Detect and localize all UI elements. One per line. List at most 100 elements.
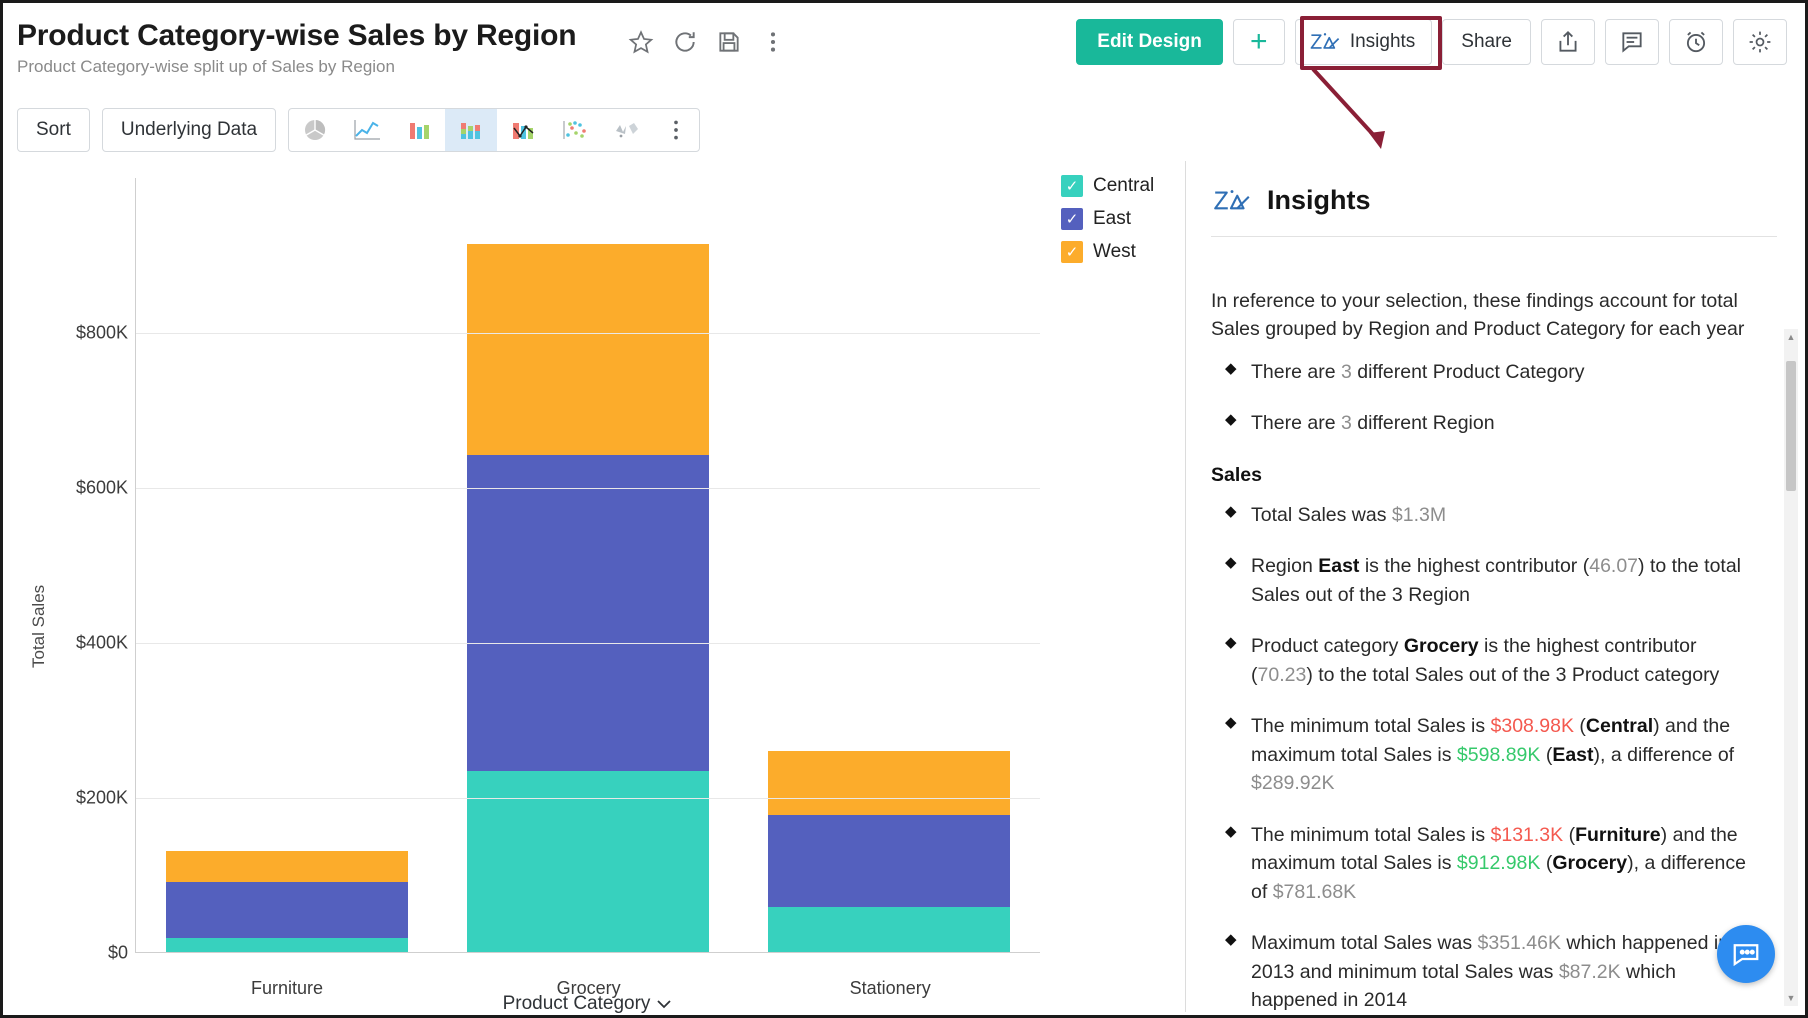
line-chart-icon [352,117,382,143]
insight-text-fragment: $1.3M [1392,504,1446,526]
bar-segment-west[interactable] [467,244,709,455]
insights-content: In reference to your selection, these fi… [1186,265,1802,1012]
x-axis-title[interactable]: Product Category [135,993,1040,1015]
save-icon[interactable] [716,29,742,55]
pie-chart-button[interactable] [289,109,341,151]
insight-text-fragment: Grocery [1552,852,1627,874]
map-chart-button[interactable] [601,109,653,151]
y-axis-tick-label: $400K [76,633,128,654]
stacked-bar-chart-icon [456,117,486,143]
more-options-icon[interactable] [760,29,786,55]
insight-text-fragment: 3 [1341,361,1352,383]
chat-support-button[interactable] [1717,925,1775,983]
bar-segment-central[interactable] [768,907,1010,952]
combo-chart-button[interactable] [497,109,549,151]
legend-label: Central [1093,175,1154,197]
insight-text-fragment: $308.98K [1491,715,1575,737]
insight-text-fragment: ) to the total Sales out of the 3 Produc… [1306,664,1719,686]
panel-divider [1211,236,1777,237]
bar-stack[interactable] [467,244,709,952]
insight-text-fragment: Product category [1251,635,1404,657]
insight-text-fragment: is the highest contributor ( [1359,555,1589,577]
insight-text-fragment: ( [1540,852,1552,874]
bar-segment-east[interactable] [467,455,709,771]
y-axis-title: Total Sales [29,585,49,668]
plot-area: $0$200K$400K$600K$800KFurnitureGrocerySt… [135,178,1040,953]
legend-checkbox-east[interactable]: ✓ [1061,208,1083,230]
legend-item-east[interactable]: ✓ East [1061,208,1154,230]
comment-icon [1619,29,1645,55]
legend-checkbox-central[interactable]: ✓ [1061,175,1083,197]
insight-text-fragment: Central [1586,715,1653,737]
more-viz-button[interactable] [653,109,699,151]
refresh-icon[interactable] [672,29,698,55]
zia-logo-icon [1211,186,1253,216]
share-button[interactable]: Share [1442,19,1531,65]
insight-text-fragment: ( [1574,715,1586,737]
header-actions: Edit Design + Insights Share [1076,19,1787,65]
title-action-icons [628,29,786,55]
analytics-dashboard: Product Category-wise Sales by Region Pr… [0,0,1808,1018]
bar-chart-button[interactable] [393,109,445,151]
insights-button-label: Insights [1350,31,1415,53]
insights-scrollbar[interactable]: ▲ ▼ [1784,329,1798,1006]
legend-label: West [1093,241,1136,263]
insight-bullet: The minimum total Sales is $131.3K (Furn… [1211,821,1762,906]
insight-bullet: The minimum total Sales is $308.98K (Cen… [1211,712,1762,797]
insight-text-fragment: 3 [1341,412,1352,434]
alarm-clock-icon [1683,29,1709,55]
bar-segment-east[interactable] [768,815,1010,907]
sales-section-heading: Sales [1211,464,1762,487]
insight-text-fragment: ( [1563,824,1575,846]
bar-stack[interactable] [768,751,1010,952]
map-chart-icon [612,117,642,143]
gridline [136,333,1040,334]
sort-button[interactable]: Sort [17,108,90,152]
legend-checkbox-west[interactable]: ✓ [1061,241,1083,263]
legend-label: East [1093,208,1131,230]
scroll-down-arrow-icon[interactable]: ▼ [1784,990,1798,1006]
gridline [136,643,1040,644]
export-button[interactable] [1541,19,1595,65]
insight-text-fragment: $781.68K [1273,881,1357,903]
bar-segment-west[interactable] [166,851,408,883]
legend-item-central[interactable]: ✓ Central [1061,175,1154,197]
settings-button[interactable] [1733,19,1787,65]
x-axis-title-label: Product Category [503,993,651,1015]
chart-area: Total Sales $0$200K$400K$600K$800KFurnit… [3,163,1188,1018]
insight-text-fragment: Maximum total Sales was [1251,932,1478,954]
insight-text-fragment: Region [1251,555,1318,577]
insight-text-fragment: ( [1540,744,1552,766]
gridline [136,798,1040,799]
scroll-up-arrow-icon[interactable]: ▲ [1784,329,1798,345]
insight-text-fragment: $351.46K [1478,932,1562,954]
scatter-chart-button[interactable] [549,109,601,151]
annotation-arrow [1293,63,1423,158]
comment-button[interactable] [1605,19,1659,65]
legend-item-west[interactable]: ✓ West [1061,241,1154,263]
scrollbar-thumb[interactable] [1786,361,1796,491]
insight-text-fragment: The minimum total Sales is [1251,715,1491,737]
insight-bullet: There are 3 different Product Category [1211,358,1762,386]
insight-bullet: Region East is the highest contributor (… [1211,552,1762,609]
insights-button[interactable]: Insights [1295,19,1432,65]
stacked-bar-chart-button[interactable] [445,109,497,151]
underlying-data-button[interactable]: Underlying Data [102,108,276,152]
favorite-star-icon[interactable] [628,29,654,55]
bar-stack[interactable] [166,851,408,953]
bar-segment-central[interactable] [166,938,408,952]
bar-segment-west[interactable] [768,751,1010,815]
insights-panel-header: Insights [1186,161,1802,216]
line-chart-button[interactable] [341,109,393,151]
insight-text-fragment: 70.23 [1258,664,1307,686]
alarm-button[interactable] [1669,19,1723,65]
y-axis-tick-label: $800K [76,323,128,344]
pie-chart-icon [300,117,330,143]
insights-intro: In reference to your selection, these fi… [1211,287,1762,344]
y-axis-tick-label: $600K [76,478,128,499]
edit-design-button[interactable]: Edit Design [1076,19,1223,65]
add-button[interactable]: + [1233,19,1285,65]
y-axis-tick-label: $200K [76,788,128,809]
bar-segment-east[interactable] [166,882,408,938]
chart-legend: ✓ Central ✓ East ✓ West [1061,175,1154,274]
